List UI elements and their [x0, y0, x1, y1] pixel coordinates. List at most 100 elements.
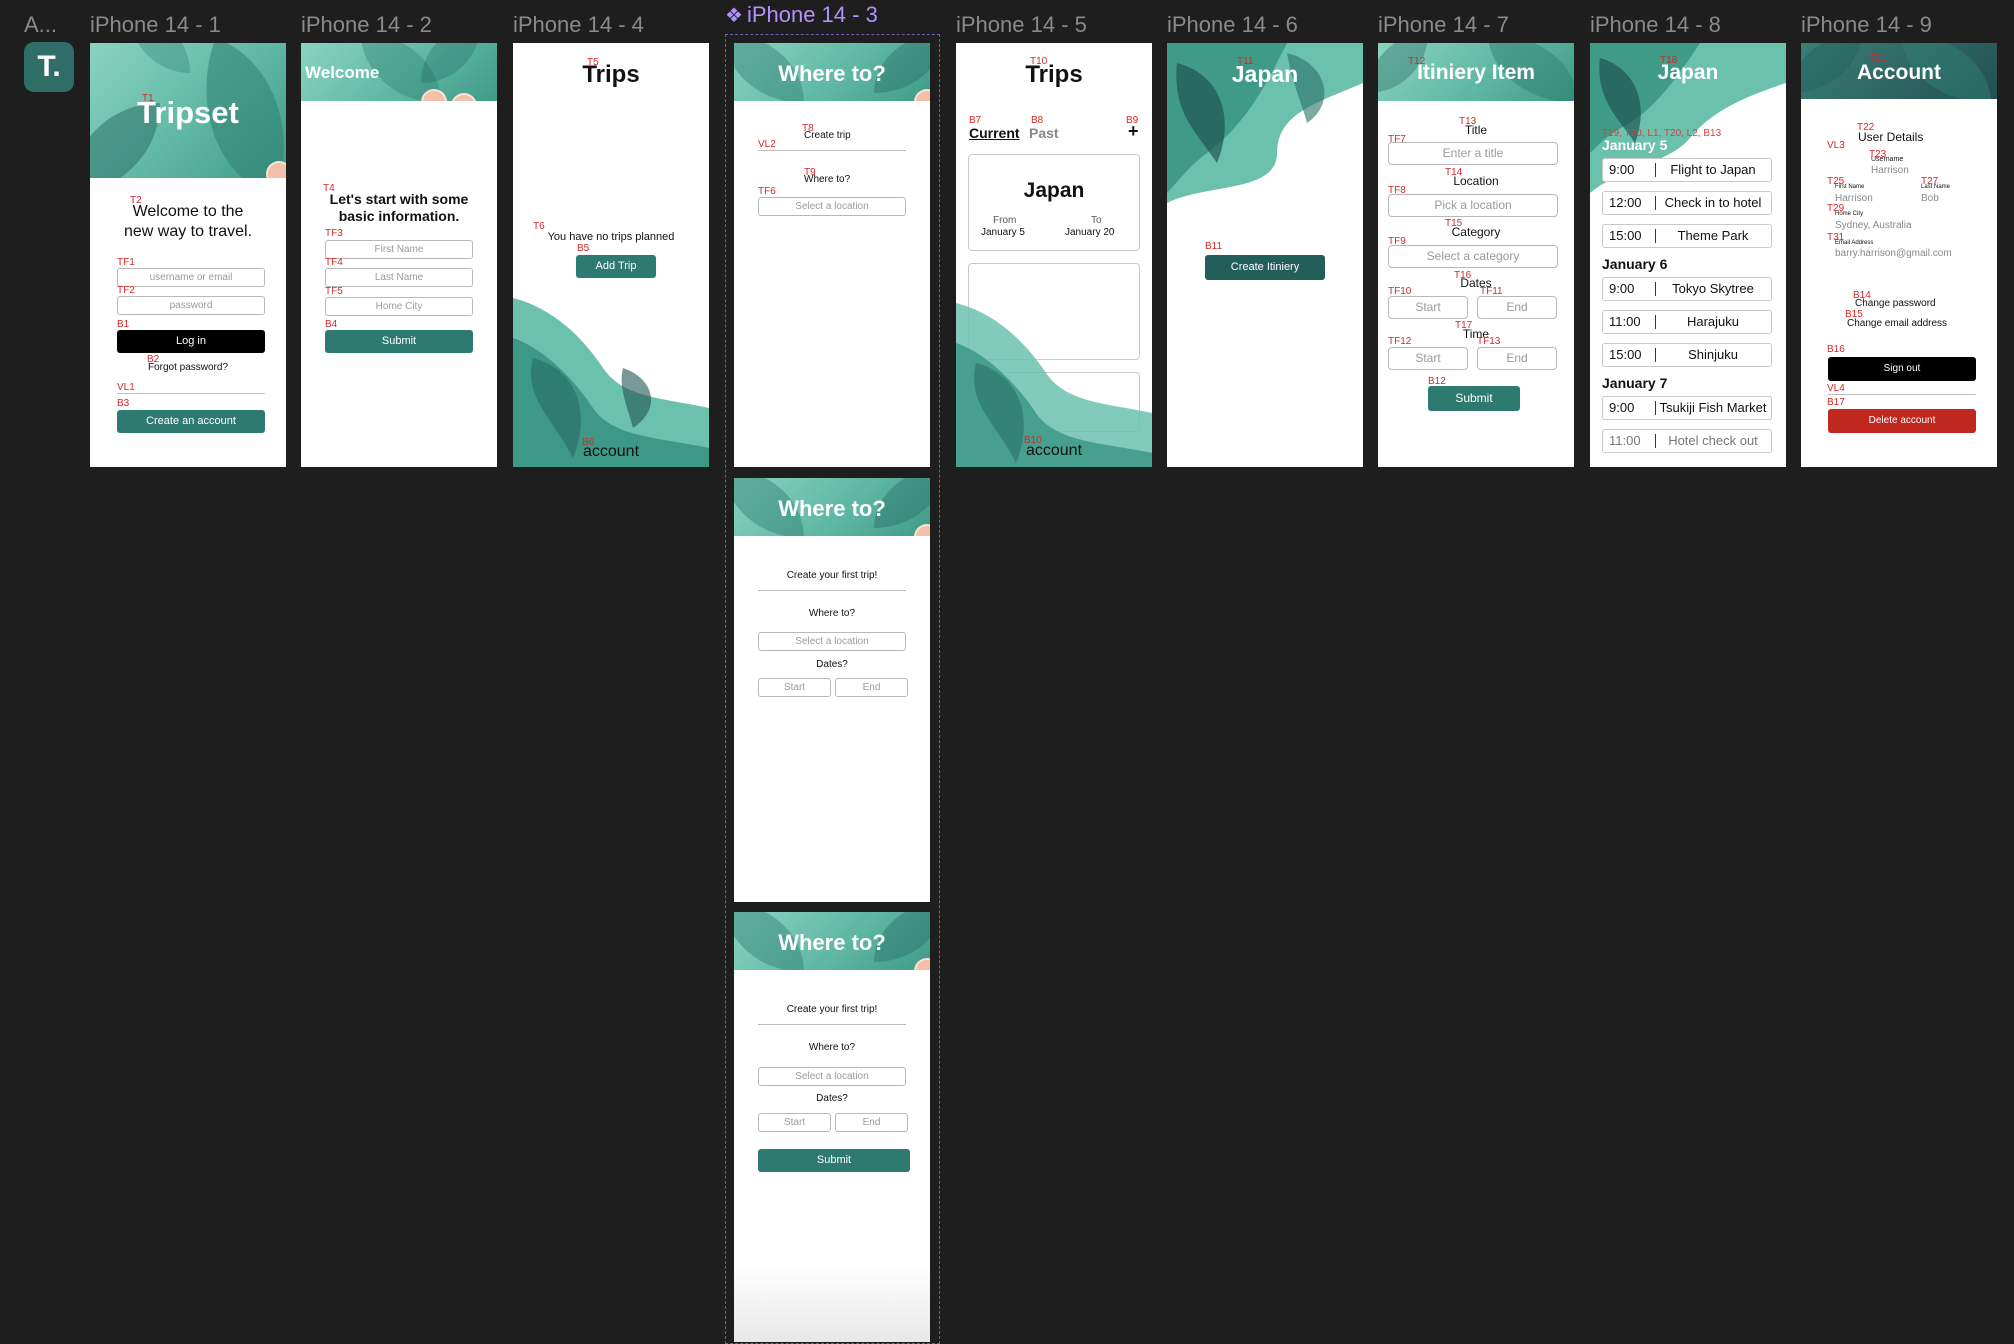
tab-past[interactable]: Past	[1029, 125, 1059, 141]
layer-annotation-label: TF13	[1477, 336, 1501, 347]
to-label: To	[1091, 215, 1102, 226]
frame-label-3-text: iPhone 14 - 3	[746, 2, 878, 27]
layer-annotation-label: TF1	[117, 257, 135, 268]
account-nav-link[interactable]: account	[513, 443, 709, 461]
title-input[interactable]: Enter a title	[1388, 142, 1558, 165]
time-start-input[interactable]: Start	[1388, 347, 1468, 370]
empty-state-text: You have no trips planned	[547, 231, 675, 243]
create-account-button[interactable]: Create an account	[117, 410, 265, 433]
itinerary-item[interactable]: 11:00 Hotel check out	[1602, 429, 1772, 453]
frame-login: T1 Tripset T2 Welcome to the new way to …	[90, 43, 286, 467]
username-input[interactable]: username or email	[117, 268, 265, 287]
itinerary-item[interactable]: 9:00 Tsukiji Fish Market	[1602, 396, 1772, 420]
itinerary-item[interactable]: 15:00 Shinjuku	[1602, 343, 1772, 367]
frame-label-9[interactable]: iPhone 14 - 9	[1801, 12, 1932, 38]
home-city-input[interactable]: Home City	[325, 297, 473, 316]
where-to-label: Where to?	[808, 608, 856, 619]
create-itinerary-button[interactable]: Create Itiniery	[1205, 255, 1325, 280]
account-nav-link[interactable]: account	[956, 442, 1152, 460]
layer-annotation-label: TF5	[325, 286, 343, 297]
item-time: 9:00	[1609, 162, 1635, 177]
heading-line-1: Let's start with some	[329, 191, 469, 207]
app-title: Tripset	[137, 95, 239, 130]
login-button[interactable]: Log in	[117, 330, 265, 353]
submit-button[interactable]: Submit	[1428, 386, 1520, 411]
page-title: Account	[1857, 61, 1941, 84]
sign-out-button[interactable]: Sign out	[1828, 357, 1976, 381]
category-select[interactable]: Select a category	[1388, 245, 1558, 268]
item-name: Theme Park	[1677, 228, 1749, 243]
itinerary-item[interactable]: 12:00 Check in to hotel	[1602, 191, 1772, 215]
end-date-input[interactable]: End	[835, 678, 908, 697]
frame-label-1[interactable]: iPhone 14 - 1	[90, 12, 221, 38]
item-name: Tsukiji Fish Market	[1659, 400, 1767, 415]
layer-annotation-label: TF2	[117, 285, 135, 296]
trip-card[interactable]: Japan From January 5 To January 20	[968, 154, 1140, 251]
frame-label-7[interactable]: iPhone 14 - 7	[1378, 12, 1509, 38]
layer-annotation-label: B5	[577, 243, 590, 254]
category-label: Category	[1451, 225, 1501, 239]
divider	[117, 393, 265, 394]
location-input[interactable]: Pick a location	[1388, 194, 1558, 217]
time-end-input[interactable]: End	[1477, 347, 1557, 370]
item-time: 11:00	[1609, 433, 1641, 448]
item-time: 15:00	[1609, 347, 1642, 362]
create-first-trip-label: Create your first trip!	[786, 1004, 878, 1015]
start-date-input[interactable]: Start	[758, 1113, 831, 1132]
frame-label-2[interactable]: iPhone 14 - 2	[301, 12, 432, 38]
date-end-input[interactable]: End	[1477, 296, 1557, 319]
itinerary-item[interactable]: 9:00 Flight to Japan	[1602, 158, 1772, 182]
layer-annotation-label: B17	[1827, 397, 1845, 408]
itinerary-item[interactable]: 9:00 Tokyo Skytree	[1602, 277, 1772, 301]
last-name-input[interactable]: Last Name	[325, 268, 473, 287]
delete-account-button[interactable]: Delete account	[1828, 409, 1976, 433]
heading-line-2: basic information.	[338, 208, 460, 224]
day-header: January 7	[1602, 375, 1668, 391]
from-label: From	[993, 215, 1017, 226]
item-name: Hotel check out	[1668, 433, 1758, 448]
layer-annotation-label: TF4	[325, 257, 343, 268]
location-input[interactable]: Select a location	[758, 632, 906, 651]
submit-button[interactable]: Submit	[758, 1149, 910, 1172]
frame-trip-detail-empty: T11 Japan B11 Create Itiniery	[1167, 43, 1363, 467]
frame-where-to-a: Where to? T8 Create trip VL2 T9 Where to…	[734, 43, 930, 467]
forgot-password-link[interactable]: Forgot password?	[90, 362, 286, 373]
from-date: January 5	[981, 227, 1025, 238]
location-input[interactable]: Select a location	[758, 1067, 906, 1086]
add-trip-button[interactable]: Add Trip	[576, 255, 656, 278]
tab-current[interactable]: Current	[969, 125, 1020, 141]
location-input[interactable]: Select a location	[758, 197, 906, 216]
home-city-value: Sydney, Australia	[1835, 220, 1912, 231]
app-logo[interactable]: T.	[24, 42, 74, 92]
page-title: Japan	[1657, 61, 1719, 84]
add-trip-icon[interactable]: +	[1128, 121, 1139, 142]
layer-annotation-label: VL4	[1827, 383, 1845, 394]
frame-welcome: Welcome T4 Let's start with some basic i…	[301, 43, 497, 467]
frame-label-6[interactable]: iPhone 14 - 6	[1167, 12, 1298, 38]
frame-label-3[interactable]: ❖ iPhone 14 - 3	[725, 2, 878, 28]
page-title: Where to?	[778, 61, 886, 86]
password-input[interactable]: password	[117, 296, 265, 315]
start-date-input[interactable]: Start	[758, 678, 831, 697]
layer-annotation-label: B11	[1205, 241, 1223, 252]
frame-label-5[interactable]: iPhone 14 - 5	[956, 12, 1087, 38]
submit-button[interactable]: Submit	[325, 330, 473, 353]
date-start-input[interactable]: Start	[1388, 296, 1468, 319]
layer-annotation-label: TF6	[758, 186, 776, 197]
frame-label-8[interactable]: iPhone 14 - 8	[1590, 12, 1721, 38]
change-password-button[interactable]: Change password	[1855, 298, 1936, 309]
item-name: Flight to Japan	[1670, 162, 1756, 177]
layer-annotation-label: B16	[1827, 344, 1845, 355]
itinerary-item[interactable]: 11:00 Harajuku	[1602, 310, 1772, 334]
layer-annotation-label: B1	[117, 319, 130, 330]
frame-where-to-c: Where to? Create your first trip! Where …	[734, 912, 930, 1342]
frame-label-4[interactable]: iPhone 14 - 4	[513, 12, 644, 38]
email-label: Email Address	[1835, 240, 1874, 246]
frame-trips-empty: T5 Trips T6 You have no trips planned B5…	[513, 43, 709, 467]
last-name-value: Bob	[1921, 193, 1939, 204]
page-title: Where to?	[778, 930, 886, 955]
end-date-input[interactable]: End	[835, 1113, 908, 1132]
first-name-input[interactable]: First Name	[325, 240, 473, 259]
itinerary-item[interactable]: 15:00 Theme Park	[1602, 224, 1772, 248]
change-email-button[interactable]: Change email address	[1847, 318, 1947, 329]
